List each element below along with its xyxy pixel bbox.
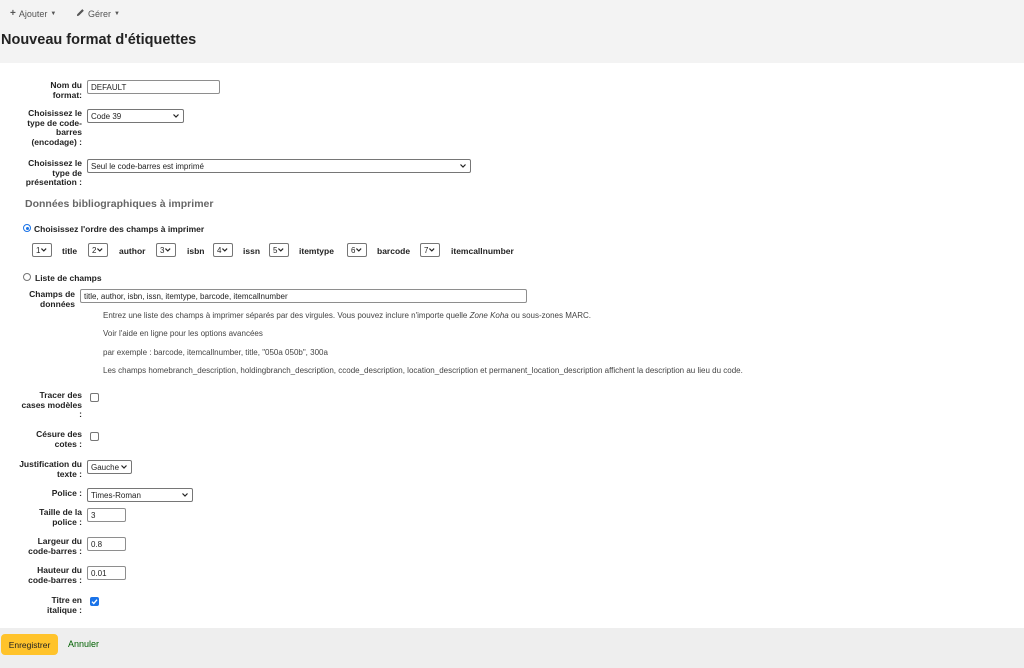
hint-text: ou sous-zones MARC.	[508, 311, 592, 320]
font-size-input[interactable]	[87, 508, 126, 522]
online-help-hint: Voir l'aide en ligne pour les options av…	[103, 329, 263, 338]
chevron-down-icon	[182, 493, 188, 497]
order-select-author[interactable]: 2	[88, 243, 108, 257]
guide-boxes-label: Tracer des cases modèles :	[21, 390, 82, 419]
font-label: Police :	[51, 488, 82, 498]
font-select[interactable]: Times-Roman	[87, 488, 193, 502]
field-name-itemtype: itemtype	[299, 246, 334, 256]
example-hint: par exemple : barcode, itemcallnumber, t…	[103, 348, 328, 357]
field-name-issn: issn	[243, 246, 261, 256]
field-name-author: author	[119, 246, 146, 256]
hint-text: Entrez une liste des champs à imprimer s…	[103, 311, 470, 320]
chevron-down-icon	[429, 248, 435, 252]
field-list-radio[interactable]	[23, 273, 31, 281]
layout-type-select[interactable]: Seul le code-barres est imprimé	[87, 159, 471, 173]
field-name-itemcallnumber: itemcallnumber	[451, 246, 514, 256]
format-name-label: Nom du format:	[50, 80, 82, 100]
callnum-split-label: Césure des cotes :	[36, 429, 82, 449]
text-justify-label: Justification du texte :	[19, 459, 82, 479]
data-fields-hint: Entrez une liste des champs à imprimer s…	[103, 311, 591, 320]
add-dropdown-button[interactable]: + Ajouter ▼	[10, 7, 56, 20]
order-select-title[interactable]: 1	[32, 243, 52, 257]
order-select-itemtype[interactable]: 5	[269, 243, 289, 257]
data-fields-input[interactable]	[80, 289, 527, 303]
page-title: Nouveau format d'étiquettes	[1, 32, 197, 48]
order-select-itemcallnumber[interactable]: 7	[420, 243, 440, 257]
oblique-title-label: Titre en italique :	[47, 595, 82, 615]
order-select-isbn[interactable]: 3	[156, 243, 176, 257]
plus-icon: +	[10, 8, 16, 19]
cancel-link[interactable]: Annuler	[68, 639, 99, 649]
format-name-input[interactable]	[87, 80, 220, 94]
caret-down-icon: ▼	[114, 10, 120, 17]
barcode-height-input[interactable]	[87, 566, 126, 580]
layout-type-label: Choisissez le type de présentation :	[25, 158, 82, 187]
hint-emphasis: Zone Koha	[469, 311, 509, 320]
order-fields-label: Choisissez l'ordre des champs à imprimer	[34, 224, 205, 234]
barcode-width-label: Largeur du code-barres :	[28, 536, 82, 556]
manage-dropdown-button[interactable]: Gérer ▼	[76, 7, 120, 20]
text-justify-select[interactable]: Gauche	[87, 460, 132, 474]
data-fields-label: Champs de données	[29, 289, 75, 309]
barcode-type-value: Code 39	[91, 111, 122, 121]
chevron-down-icon	[222, 248, 228, 252]
save-button[interactable]: Enregistrer	[1, 634, 58, 655]
chevron-down-icon	[165, 248, 171, 252]
layout-type-value: Seul le code-barres est imprimé	[91, 161, 204, 171]
checkmark-icon	[91, 599, 98, 605]
field-name-barcode: barcode	[377, 246, 411, 256]
order-select-barcode[interactable]: 6	[347, 243, 367, 257]
order-select-issn[interactable]: 4	[213, 243, 233, 257]
oblique-title-checkbox[interactable]	[90, 597, 99, 606]
field-name-isbn: isbn	[187, 246, 205, 256]
chevron-down-icon	[356, 248, 362, 252]
callnum-split-checkbox[interactable]	[90, 432, 99, 441]
field-name-title: title	[62, 246, 78, 256]
font-value: Times-Roman	[91, 490, 141, 500]
add-label: Ajouter	[18, 8, 48, 19]
toolbar	[0, 0, 1024, 26]
barcode-width-input[interactable]	[87, 537, 126, 551]
guide-boxes-checkbox[interactable]	[90, 393, 99, 402]
section-title: Données bibliographiques à imprimer	[25, 198, 214, 210]
chevron-down-icon	[41, 248, 47, 252]
manage-label: Gérer	[88, 8, 112, 19]
chevron-down-icon	[121, 465, 127, 469]
chevron-down-icon	[173, 114, 179, 118]
pencil-icon	[76, 8, 85, 19]
description-fields-hint: Les champs homebranch_description, holdi…	[103, 366, 743, 375]
chevron-down-icon	[460, 164, 466, 168]
chevron-down-icon	[278, 248, 284, 252]
barcode-type-label: Choisissez le type de code-barres (encod…	[27, 108, 82, 147]
caret-down-icon: ▼	[50, 10, 57, 17]
order-fields-radio[interactable]	[23, 224, 31, 232]
field-list-label: Liste de champs	[35, 273, 102, 283]
footer-bar	[0, 628, 1024, 668]
barcode-type-select[interactable]: Code 39	[87, 109, 184, 123]
barcode-height-label: Hauteur du code-barres :	[28, 565, 82, 585]
chevron-down-icon	[97, 248, 103, 252]
font-size-label: Taille de la police :	[39, 507, 82, 527]
text-justify-value: Gauche	[91, 462, 120, 472]
